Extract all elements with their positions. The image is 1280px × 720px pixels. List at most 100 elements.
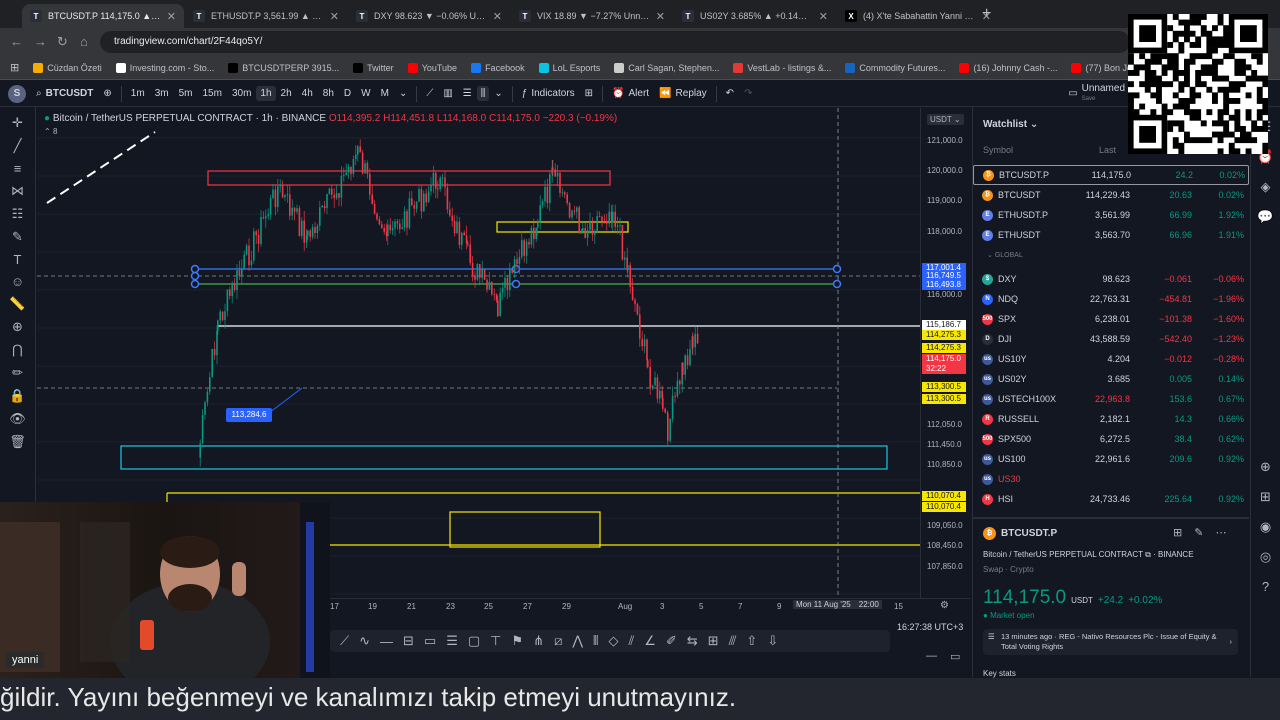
reload-icon[interactable]: ↻	[57, 34, 68, 50]
vertical-line-icon[interactable]: ⊤	[490, 633, 501, 649]
edit-icon[interactable]: ✎	[1194, 526, 1203, 539]
lock-icon[interactable]: 🔒	[9, 388, 25, 404]
watchlist-row[interactable]: us USTECH100X 22,963.8 153.6 0.67%	[973, 389, 1249, 409]
watchlist-title[interactable]: Watchlist ⌄	[983, 119, 1038, 130]
trash-icon[interactable]: 🗑	[9, 434, 26, 450]
bookmark-item[interactable]: Investing.com - Sto...	[115, 62, 214, 73]
collapse-indicators-icon[interactable]: ⌃	[44, 127, 51, 136]
diamond-icon[interactable]: ◇	[608, 633, 618, 649]
crosshair-icon[interactable]: ✛	[12, 115, 23, 131]
drawing-handle[interactable]	[511, 264, 521, 274]
layout-name-button[interactable]: ▭ Unnamed Save	[1063, 83, 1130, 104]
watchlist-row[interactable]: R RUSSELL 2,182.1 14.3 0.66%	[973, 409, 1249, 429]
browser-tab[interactable]: T BTCUSDT.P 114,175.0 ▲ +0.02% ✕	[22, 4, 184, 28]
bookmark-item[interactable]: BTCUSDTPERP 3915...	[228, 62, 339, 73]
apps-grid-icon[interactable]: ⊞	[10, 61, 19, 74]
yellow-box-bottom[interactable]	[449, 511, 601, 548]
bookmark-item[interactable]: Facebook	[471, 62, 525, 73]
parallel-icon[interactable]: ⫽	[628, 633, 634, 649]
browser-tab[interactable]: X (4) X'te Sabahattin Yanni nokta ✕	[837, 4, 999, 28]
candles-icon[interactable]: ▥	[438, 88, 457, 99]
signal-icon[interactable]: ◉	[1260, 519, 1271, 535]
forward-icon[interactable]: →	[34, 34, 47, 49]
new-tab-button[interactable]: +	[982, 5, 991, 23]
watchlist-row[interactable]: ₿ BTCUSDT 114,229.43 20.63 0.02%	[973, 185, 1249, 205]
browser-tab[interactable]: T VIX 18.89 ▼ −7.27% Unnamed ✕	[511, 4, 673, 28]
pattern-xabcd-icon[interactable]: ⋀	[572, 633, 583, 649]
chat-icon[interactable]: 💬	[1257, 209, 1273, 225]
bookmark-item[interactable]: (16) Johnny Cash -...	[959, 62, 1057, 73]
callout-icon[interactable]: ▭	[424, 633, 436, 649]
angle-icon[interactable]: ∠	[644, 633, 656, 649]
watchlist-row[interactable]: us US100 22,961.6 209.6 0.92%	[973, 449, 1249, 469]
layers-icon[interactable]: ◈	[1261, 179, 1271, 195]
browser-tab[interactable]: T DXY 98.623 ▼ −0.06% Unnamed ✕	[348, 4, 510, 28]
grid-icon[interactable]: ⊞	[708, 633, 719, 649]
ruler-icon[interactable]: 📏	[9, 296, 25, 312]
symbol-search[interactable]: ⌕ BTCUSDT	[31, 88, 98, 99]
close-icon[interactable]: ✕	[656, 10, 665, 23]
interval-8h[interactable]: 8h	[318, 86, 339, 101]
price-callout[interactable]: 113,284.6	[226, 408, 272, 422]
column-symbol[interactable]: Symbol	[983, 145, 1013, 155]
maximize-panel-icon[interactable]: ▭	[950, 650, 960, 663]
close-icon[interactable]: ✕	[819, 10, 828, 23]
fib-icon[interactable]: ≡	[14, 161, 22, 176]
watchlist-row[interactable]: ₿ BTCUSDT.P 114,175.0 24.2 0.02%	[973, 165, 1249, 185]
watchlist-row[interactable]: us US02Y 3.685 0.005 0.14%	[973, 369, 1249, 389]
interval-15m[interactable]: 15m	[198, 86, 227, 101]
minimize-panel-icon[interactable]: —	[926, 650, 937, 662]
bookmark-item[interactable]: LoL Esports	[538, 62, 600, 73]
zoom-icon[interactable]: ⊕	[12, 319, 23, 335]
bookmark-item[interactable]: YouTube	[407, 62, 457, 73]
undo-icon[interactable]: ↶	[721, 88, 739, 99]
close-icon[interactable]: ✕	[330, 10, 339, 23]
trend-line-icon[interactable]: ╱	[14, 138, 22, 154]
emoji-icon[interactable]: ☺	[11, 274, 24, 289]
watchlist-row[interactable]: E ETHUSDT.P 3,561.99 66.99 1.92%	[973, 205, 1249, 225]
horizontal-line-icon[interactable]: —	[380, 634, 393, 649]
watchlist-row[interactable]: 500 SPX500 6,272.5 38.4 0.62%	[973, 429, 1249, 449]
chart-type-icon[interactable]: ⫼	[476, 86, 490, 101]
bookmark-item[interactable]: Commodity Futures...	[845, 62, 945, 73]
text-icon[interactable]: T	[14, 252, 22, 267]
grid-view-icon[interactable]: ⊞	[1173, 526, 1182, 539]
bookmark-item[interactable]: Carl Sagan, Stephen...	[614, 62, 719, 73]
compare-symbol-button[interactable]: ⊕	[98, 88, 116, 99]
ray-icon[interactable]: ⟋	[340, 633, 349, 649]
browser-tab[interactable]: T ETHUSDT.P 3,561.99 ▲ +1.92% ✕	[185, 4, 347, 28]
drawing-handle[interactable]	[190, 279, 200, 289]
interval-dropdown-icon[interactable]: ⌄	[394, 88, 412, 99]
column-last[interactable]: Last	[1099, 145, 1116, 155]
lock-drawing-icon[interactable]: ✏	[12, 365, 23, 381]
templates-icon[interactable]: ⊞	[580, 88, 598, 99]
interval-D[interactable]: D	[339, 86, 356, 101]
time-axis[interactable]: 17 19 21 23 25 27 29 Aug 3 5 7 9 15 Mon 11 Aug '25 22:…	[330, 598, 970, 614]
interval-3m[interactable]: 3m	[150, 86, 174, 101]
interval-M[interactable]: M	[376, 86, 394, 101]
url-input[interactable]: tradingview.com/chart/2F44qo5Y/	[100, 31, 1130, 53]
pine-icon[interactable]: ⊞	[1260, 489, 1271, 505]
line-style-icon[interactable]: ⟋	[421, 88, 438, 99]
user-avatar[interactable]: S	[0, 84, 31, 103]
flag-icon[interactable]: ⚑	[512, 633, 524, 649]
interval-30m[interactable]: 30m	[227, 86, 256, 101]
position-icon[interactable]: ☷	[12, 206, 24, 222]
interval-W[interactable]: W	[356, 86, 375, 101]
watchlist-row[interactable]: 500 SPX 6,238.01 −101.38 −1.60%	[973, 309, 1249, 329]
external-link-icon[interactable]: ⧉	[1145, 550, 1151, 559]
pattern-icon[interactable]: ⋈	[11, 183, 24, 199]
trend-channel-icon[interactable]: ⫻	[729, 633, 737, 649]
channel-icon[interactable]: ⧄	[554, 633, 562, 649]
help-icon[interactable]: ?	[1262, 579, 1269, 594]
magnet-icon[interactable]: ⋂	[12, 342, 23, 358]
watchlist-row[interactable]: us US30	[973, 469, 1249, 489]
arrow-down-icon[interactable]: ⇩	[767, 633, 778, 649]
bookmark-item[interactable]: Cüzdan Özeti	[33, 62, 102, 73]
notifications-icon[interactable]: ◎	[1260, 549, 1271, 565]
browser-tab[interactable]: T US02Y 3.685% ▲ +0.14% Unnamed ✕	[674, 4, 836, 28]
close-icon[interactable]: ✕	[167, 10, 176, 23]
watchlist-row[interactable]: H HSI 24,733.46 225.64 0.92%	[973, 489, 1249, 509]
yellow-box-top[interactable]	[496, 221, 629, 233]
dashed-trend-line[interactable]	[46, 131, 156, 204]
